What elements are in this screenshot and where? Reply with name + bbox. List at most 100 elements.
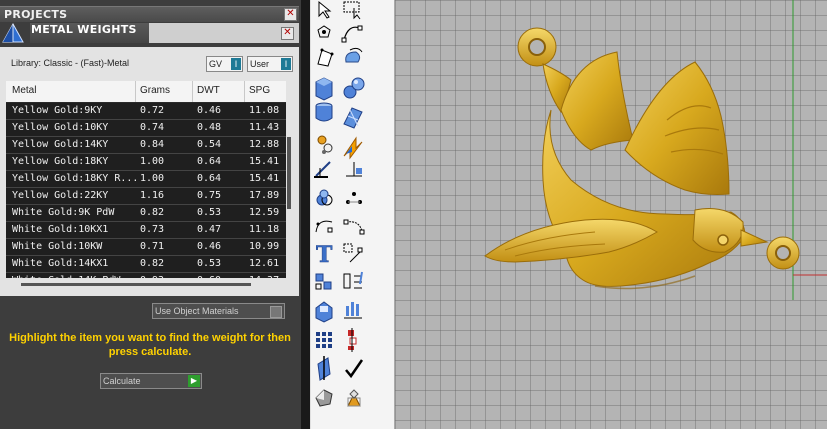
polygon-icon[interactable]: [317, 25, 331, 38]
metal-weights-table: Metal Grams DWT SPG Yellow Gold:9KY 0.72 0…: [6, 81, 286, 278]
instruction-text: Highlight the item you want to find the …: [9, 332, 291, 358]
arc-icon[interactable]: [343, 219, 365, 235]
title-bar-fill: [149, 23, 299, 43]
column-header-spg[interactable]: SPG: [249, 85, 270, 96]
weights-body: Library: Classic - (Fast)-Metal GV I Use…: [0, 47, 299, 296]
select-point-icon[interactable]: [318, 0, 332, 19]
viewport-scene: [484, 0, 827, 300]
text-icon[interactable]: T: [316, 242, 334, 269]
cell-spg: 12.61: [249, 258, 280, 269]
cell-grams: 0.72: [140, 105, 165, 116]
table-row[interactable]: White Gold:10KX1 0.73 0.47 11.18: [6, 222, 286, 239]
cell-metal: White Gold:10KW: [12, 241, 103, 252]
table-header: Metal Grams DWT SPG: [6, 81, 286, 102]
table-row[interactable]: Yellow Gold:9KY 0.72 0.46 11.08: [6, 103, 286, 120]
panel-divider[interactable]: [301, 0, 310, 429]
toggle-off-icon: [270, 306, 282, 318]
render-2-icon[interactable]: [347, 389, 361, 407]
rotate-3d-icon[interactable]: [345, 47, 363, 63]
table-row[interactable]: White Gold:9K PdW 0.82 0.53 12.59: [6, 205, 286, 222]
table-row[interactable]: White Gold:14KX1 0.82 0.53 12.61: [6, 256, 286, 273]
projects-header[interactable]: PROJECTS ✕: [0, 6, 299, 22]
table-row[interactable]: Yellow Gold:18KY R... 1.00 0.64 15.41: [6, 171, 286, 188]
calculate-button[interactable]: Calculate ▶: [100, 373, 202, 389]
gv-toggle[interactable]: GV I: [206, 56, 243, 72]
cell-grams: 1.00: [140, 156, 165, 167]
swallow-pendant-model[interactable]: [484, 27, 800, 290]
cell-metal: White Gold:10KX1: [12, 224, 109, 235]
play-icon: ▶: [188, 375, 200, 387]
table-row[interactable]: Yellow Gold:22KY 1.16 0.75 17.89: [6, 188, 286, 205]
cell-grams: 0.93: [140, 275, 164, 278]
check-icon[interactable]: [345, 359, 364, 379]
table-row[interactable]: Yellow Gold:10KY 0.74 0.48 11.43: [6, 120, 286, 137]
mesh-icon[interactable]: [343, 107, 363, 129]
cell-spg: 11.08: [249, 105, 280, 116]
cell-grams: 0.82: [140, 207, 165, 218]
close-icon[interactable]: ✕: [281, 27, 294, 40]
cell-dwt: 0.48: [197, 122, 222, 133]
column-header-grams[interactable]: Grams: [140, 85, 170, 96]
vertical-scrollbar[interactable]: [286, 81, 293, 278]
cell-dwt: 0.60: [197, 275, 221, 278]
cell-dwt: 0.64: [197, 156, 222, 167]
cell-metal: Yellow Gold:10KY: [12, 122, 109, 133]
table-row[interactable]: Yellow Gold:18KY 1.00 0.64 15.41: [6, 154, 286, 171]
cell-metal: White Gold:14K PdW: [12, 275, 120, 278]
svg-text:T: T: [316, 242, 333, 268]
chart-icon[interactable]: [344, 302, 362, 319]
select-window-icon[interactable]: [343, 1, 361, 20]
cell-grams: 0.74: [140, 122, 165, 133]
perspective-viewport[interactable]: [395, 0, 827, 429]
group-icon[interactable]: [315, 273, 332, 290]
library-label: Library: Classic - (Fast)-Metal: [11, 58, 130, 68]
cell-dwt: 0.46: [197, 241, 222, 252]
cylinder-solid-icon[interactable]: [315, 102, 333, 122]
cut-icon[interactable]: [317, 356, 331, 381]
table-row[interactable]: White Gold:10KW 0.71 0.46 10.99: [6, 239, 286, 256]
user-toggle-label: User: [250, 59, 270, 69]
table-row[interactable]: Yellow Gold:14KY 0.84 0.54 12.88: [6, 137, 286, 154]
transform-gear-icon[interactable]: [317, 135, 333, 154]
cell-grams: 1.16: [140, 190, 165, 201]
curve-icon[interactable]: [341, 25, 363, 43]
cell-spg: 12.88: [249, 139, 280, 150]
render-icon[interactable]: [315, 389, 333, 407]
gv-toggle-label: GV: [209, 59, 223, 69]
boolean-icon[interactable]: [316, 189, 333, 206]
cell-spg: 15.41: [249, 156, 280, 167]
sphere-solid-icon[interactable]: [343, 77, 365, 99]
use-object-materials-toggle[interactable]: Use Object Materials: [152, 303, 285, 319]
align-icon[interactable]: [348, 328, 357, 352]
lightning-icon[interactable]: [343, 136, 363, 160]
scale-icon[interactable]: [343, 243, 363, 263]
scroll-thumb[interactable]: [287, 137, 291, 209]
grid-array-icon[interactable]: [316, 332, 332, 348]
pyramid-logo-icon: [2, 23, 24, 43]
table-body: Yellow Gold:9KY 0.72 0.46 11.08 Yellow Gold:…: [6, 103, 286, 278]
user-toggle[interactable]: User I: [247, 56, 293, 72]
close-icon[interactable]: ✕: [284, 8, 297, 21]
column-header-dwt[interactable]: DWT: [197, 85, 220, 96]
cell-metal: Yellow Gold:22KY: [12, 190, 109, 201]
projects-title: PROJECTS: [4, 8, 68, 21]
curve-edit-icon[interactable]: [315, 220, 333, 233]
dimension-2-icon[interactable]: [346, 162, 362, 177]
surface-patch-icon[interactable]: [317, 48, 334, 67]
box-solid-icon[interactable]: [315, 77, 333, 101]
horizontal-scrollbar[interactable]: [6, 279, 286, 289]
dimension-icon[interactable]: [314, 161, 331, 178]
scroll-thumb[interactable]: [21, 283, 251, 286]
cell-dwt: 0.64: [197, 173, 222, 184]
dots-icon[interactable]: [346, 192, 362, 204]
cell-metal: Yellow Gold:18KY: [12, 156, 109, 167]
cell-grams: 0.71: [140, 241, 165, 252]
toggle-on-icon: I: [231, 58, 241, 70]
split-icon[interactable]: [343, 271, 363, 289]
box-edit-icon[interactable]: [315, 301, 333, 323]
cell-grams: 0.82: [140, 258, 165, 269]
cell-dwt: 0.54: [197, 139, 222, 150]
table-row[interactable]: White Gold:14K PdW 0.93 0.60 14.37: [6, 273, 286, 278]
cell-spg: 11.18: [249, 224, 280, 235]
column-header-metal[interactable]: Metal: [12, 85, 36, 96]
